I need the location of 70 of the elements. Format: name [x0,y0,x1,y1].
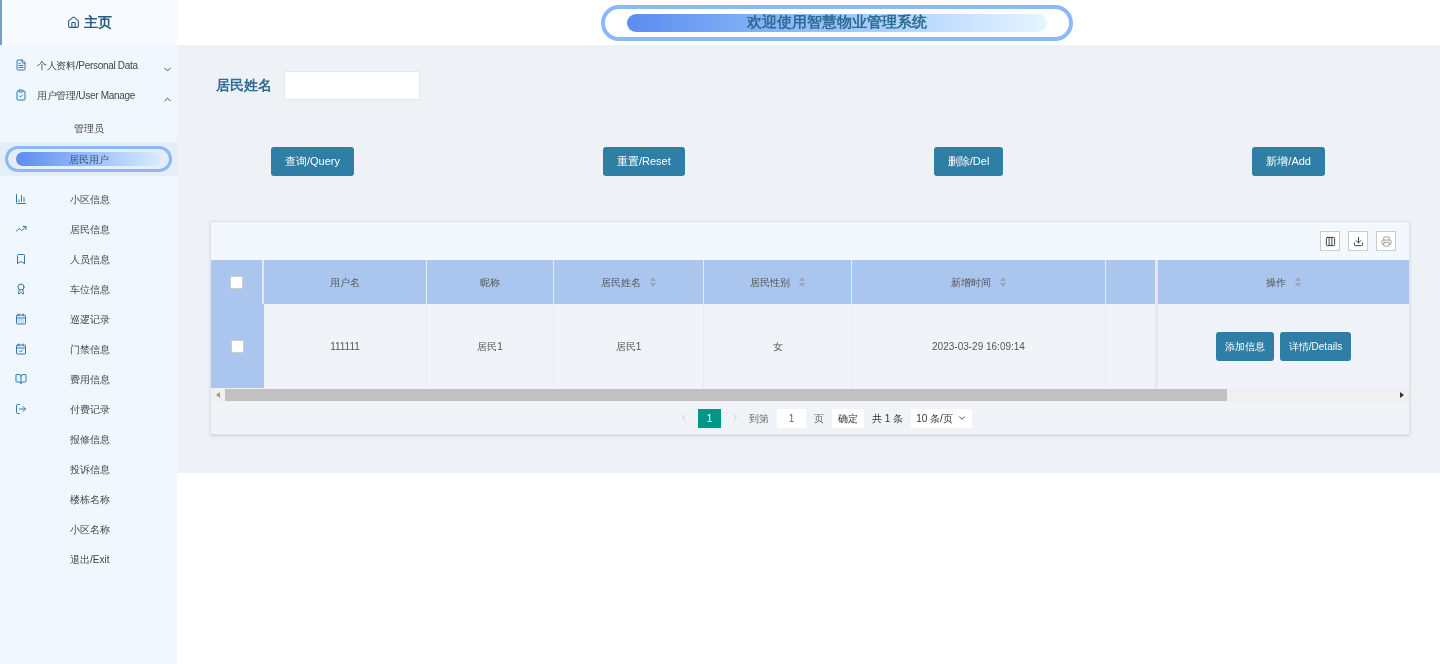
exit-icon [15,403,27,415]
sort-icon[interactable] [648,276,657,288]
page-size-select[interactable]: 10 条/页 [911,408,972,428]
column-header: 操作 [1265,275,1286,290]
name-input[interactable] [284,71,420,100]
title-banner: 欢迎使用智慧物业管理系统 [601,4,1073,41]
document-icon [15,59,27,71]
goto-label: 到第 [749,411,770,426]
table-cell-text: 2023-03-29 16:09:14 [932,339,1025,354]
clipboard-icon [15,89,27,101]
menu-item[interactable]: 居民信息 [0,214,177,244]
badge-icon [15,283,27,295]
chart-icon [15,223,27,235]
field-label: 居民姓名 [216,76,272,95]
menu-item[interactable]: 投诉信息 [0,454,177,484]
scrollbar[interactable] [211,388,1409,402]
table-cell-text: 居民1 [477,339,503,354]
action-button[interactable]: 查询/Query [271,147,354,176]
total-count: 共 1 条 [872,411,904,426]
row-action-button[interactable]: 详情/Details [1279,331,1352,361]
home-link[interactable]: 主页 [67,12,112,33]
sort-icon[interactable] [1293,276,1302,288]
menu-item[interactable]: 巡逻记录 [0,304,177,334]
export-button[interactable] [1348,231,1368,251]
checkbox[interactable] [230,275,243,289]
calendar-check-icon [15,343,27,355]
column-header: 新增时间 [950,275,991,290]
menu-item[interactable]: 车位信息 [0,274,177,304]
table-cell-text: 女 [772,339,783,354]
checkbox[interactable] [231,339,244,353]
menu-group[interactable]: 个人资料/Personal Data [0,50,177,80]
menu-item[interactable]: 人员信息 [0,244,177,274]
calendar-icon [15,313,27,325]
action-button[interactable]: 重置/Reset [603,147,685,176]
menu-item[interactable]: 退出/Exit [0,544,177,574]
page-unit: 页 [814,411,825,426]
download-icon [1352,235,1364,247]
columns-icon [1324,235,1336,247]
menu-item[interactable]: 付费记录 [0,394,177,424]
page-button[interactable]: 1 [698,408,722,428]
print-button[interactable] [1376,231,1396,251]
chevron-down-icon [956,413,967,423]
table-cell-text: 111111 [330,339,360,354]
action-button[interactable]: 新增/Add [1252,147,1325,176]
page-input[interactable]: 1 [777,408,807,428]
bookmark-icon [15,253,27,265]
menu-group[interactable]: 用户管理/User Manage [0,80,177,110]
menu-item[interactable]: 居民用户 [5,146,172,172]
column-header: 居民姓名 [600,275,641,290]
book-icon [15,373,27,385]
menu-item[interactable]: 小区信息 [0,184,177,214]
menu-item[interactable]: 费用信息 [0,364,177,394]
sort-icon[interactable] [797,276,806,288]
table-cell-text: 居民1 [615,339,642,354]
bar-chart-icon [15,193,27,205]
home-icon [67,16,80,29]
confirm-button[interactable]: 确定 [832,408,865,428]
column-header: 居民性别 [749,275,790,290]
columns-button[interactable] [1320,231,1340,251]
menu-item[interactable]: 楼栋名称 [0,484,177,514]
sort-icon[interactable] [998,276,1007,288]
menu-item[interactable]: 管理员 [0,114,177,142]
menu-item[interactable]: 门禁信息 [0,334,177,364]
menu-item[interactable]: 小区名称 [0,514,177,544]
row-action-button[interactable]: 添加信息 [1215,331,1274,361]
menu-item[interactable]: 报修信息 [0,424,177,454]
print-icon [1380,235,1392,247]
column-header: 用户名 [330,275,360,290]
column-header: 昵称 [480,275,500,290]
action-button[interactable]: 删除/Del [933,147,1004,176]
